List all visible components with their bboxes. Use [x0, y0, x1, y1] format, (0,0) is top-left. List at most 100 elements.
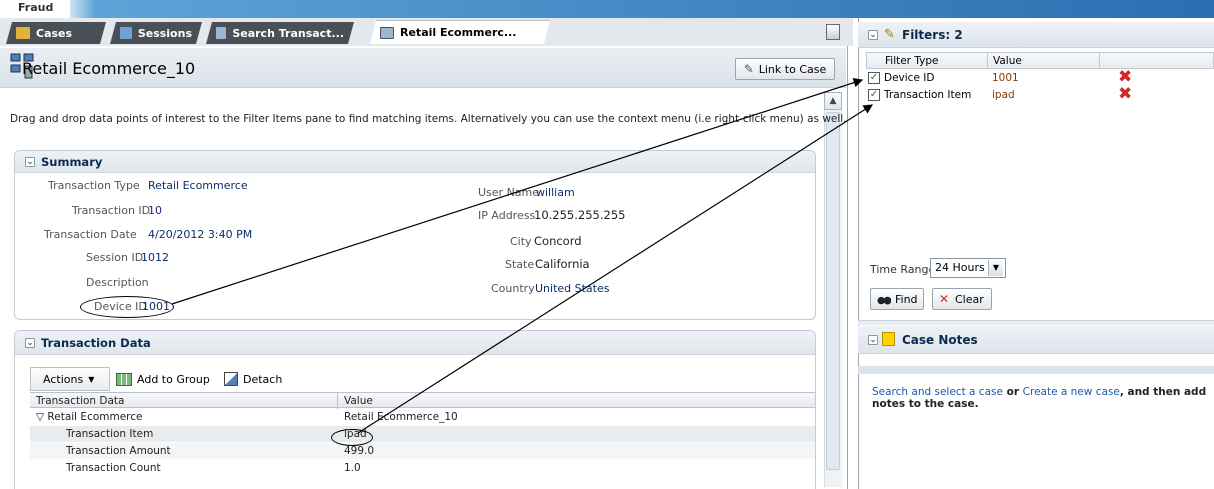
field-city-value: Concord	[534, 234, 582, 248]
link-to-case-label: Link to Case	[758, 62, 827, 76]
row-value: 1.0	[344, 462, 361, 474]
transaction-data-header[interactable]: ⌄ Transaction Data	[15, 331, 815, 355]
field-transaction-id-value: 10	[148, 204, 162, 217]
field-ip-address-value: 10.255.255.255	[534, 208, 626, 222]
column-header-value[interactable]: Value	[993, 55, 1022, 67]
delete-x-icon[interactable]: ✖	[1118, 86, 1132, 103]
filter-type: Transaction Item	[884, 89, 972, 101]
add-to-group-label: Add to Group	[137, 372, 210, 386]
field-transaction-type-label: Transaction Type	[48, 179, 140, 192]
find-label: Find	[895, 292, 918, 306]
clear-label: Clear	[955, 292, 984, 306]
field-state-value: California	[535, 257, 590, 271]
device-id-highlight	[80, 296, 174, 318]
paperclip-icon: ✎	[743, 62, 754, 76]
field-transaction-date-value: 4/20/2012 3:40 PM	[148, 228, 253, 241]
chevron-down-icon: ▼	[88, 374, 95, 384]
summary-title: Summary	[41, 155, 103, 169]
tab-label: Search Transact...	[232, 26, 344, 40]
tab-strip: Cases Sessions Search Transact... Retail…	[0, 18, 853, 46]
collapse-chevron-icon[interactable]: ⌄	[25, 157, 35, 167]
app-header	[0, 0, 1214, 18]
row-name: Transaction Amount	[66, 445, 171, 457]
scrollbar-thumb[interactable]	[826, 112, 840, 470]
table-row[interactable]: Transaction Item ipad	[30, 426, 815, 442]
tab-cases[interactable]: Cases	[6, 22, 106, 44]
find-button[interactable]: Find	[870, 288, 924, 310]
filter-checkbox[interactable]: ✓	[868, 72, 880, 84]
table-row[interactable]: ▽ Retail Ecommerce Retail Ecommerce_10	[30, 409, 815, 425]
sessions-icon	[120, 27, 132, 39]
column-divider[interactable]	[987, 53, 988, 69]
column-header-value[interactable]: Value	[344, 395, 373, 407]
collapse-chevron-icon[interactable]: ⌄	[868, 30, 878, 40]
add-group-icon	[116, 372, 132, 386]
search-case-link[interactable]: Search and select a case	[872, 386, 1003, 398]
tab-search-transactions[interactable]: Search Transact...	[206, 22, 354, 44]
field-description-label: Description	[86, 276, 149, 289]
table-header-row: Transaction Data Value	[30, 392, 815, 409]
collapse-chevron-icon[interactable]: ⌄	[25, 338, 35, 348]
row-value: Retail Ecommerce_10	[344, 411, 458, 423]
filter-value: 1001	[992, 72, 1019, 84]
column-divider[interactable]	[1099, 53, 1100, 69]
tab-label: Sessions	[137, 26, 192, 40]
filter-value: ipad	[992, 89, 1015, 101]
filter-row[interactable]: ✓ Transaction Item ipad ✖	[866, 86, 1214, 104]
row-value: 499.0	[344, 445, 375, 457]
row-name: Transaction Count	[66, 462, 161, 474]
tab-label: Retail Ecommerc...	[400, 26, 517, 39]
filter-icon: ✎	[884, 27, 895, 42]
expand-triangle-icon[interactable]: ▽	[36, 411, 44, 423]
link-to-case-button[interactable]: ✎ Link to Case	[735, 58, 835, 80]
tab-label: Cases	[36, 26, 73, 40]
column-divider[interactable]	[337, 393, 338, 409]
transaction-toolbar: Actions ▼ Add to Group Detach	[30, 367, 815, 391]
actions-menu-button[interactable]: Actions ▼	[30, 367, 110, 391]
row-name: Transaction Item	[66, 428, 154, 440]
retail-icon	[380, 27, 394, 39]
filter-checkbox[interactable]: ✓	[868, 89, 880, 101]
tab-menu-icon[interactable]	[826, 24, 840, 40]
time-range-label: Time Range	[870, 263, 936, 276]
scroll-up-button[interactable]: ▲	[824, 92, 842, 110]
tab-retail-ecommerce[interactable]: Retail Ecommerc...	[370, 20, 550, 44]
tab-sessions[interactable]: Sessions	[110, 22, 202, 44]
field-session-id-value: 1012	[141, 251, 169, 264]
detach-label: Detach	[243, 372, 283, 386]
field-user-name-value: william	[536, 186, 575, 199]
case-notes-title: Case Notes	[902, 333, 978, 347]
field-city-label: City	[510, 235, 532, 248]
page-title: Retail Ecommerce_10	[22, 59, 196, 78]
case-notes-message: Search and select a case or Create a new…	[872, 386, 1212, 410]
filter-type: Device ID	[884, 72, 935, 84]
table-row[interactable]: Transaction Count 1.0	[30, 460, 815, 476]
transaction-data-title: Transaction Data	[41, 336, 151, 350]
clear-button[interactable]: ✕ Clear	[932, 288, 992, 310]
filter-row[interactable]: ✓ Device ID 1001 ✖	[866, 69, 1214, 87]
detach-button[interactable]: Detach	[222, 367, 292, 391]
clear-icon: ✕	[939, 292, 950, 306]
column-header-filter-type[interactable]: Filter Type	[885, 55, 938, 67]
column-header-transaction-data[interactable]: Transaction Data	[36, 395, 124, 407]
panel-splitter[interactable]	[858, 320, 1214, 325]
actions-label: Actions	[43, 372, 84, 386]
table-row[interactable]: Transaction Amount 499.0	[30, 443, 815, 459]
collapse-chevron-icon[interactable]: ⌄	[868, 335, 878, 345]
filters-title: Filters: 2	[902, 28, 963, 42]
chevron-down-icon[interactable]: ▼	[988, 260, 1003, 276]
field-country-value: United States	[535, 282, 610, 295]
field-transaction-type-value: Retail Ecommerce	[148, 179, 248, 192]
field-country-label: Country	[491, 282, 535, 295]
field-state-label: State	[505, 258, 535, 271]
row-name: ▽ Retail Ecommerce	[36, 411, 143, 423]
detach-icon	[224, 372, 238, 386]
binoculars-icon	[877, 293, 891, 305]
case-notes-toolbar	[858, 366, 1214, 374]
create-case-link[interactable]: Create a new case	[1023, 386, 1120, 398]
field-user-name-label: User Name	[478, 186, 540, 199]
app-title: Fraud	[18, 1, 54, 14]
add-to-group-button[interactable]: Add to Group	[112, 367, 212, 391]
summary-header[interactable]: ⌄ Summary	[15, 151, 815, 173]
field-transaction-date-label: Transaction Date	[44, 228, 137, 241]
